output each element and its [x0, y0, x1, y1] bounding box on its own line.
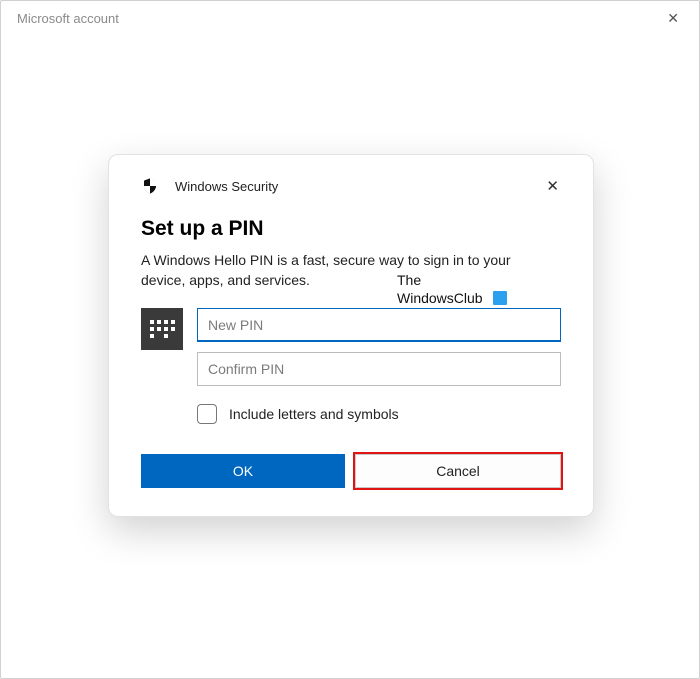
windows-security-dialog: Windows Security ✕ Set up a PIN A Window… [108, 154, 594, 517]
dialog-header: Windows Security ✕ [141, 175, 561, 197]
watermark-line2: WindowsClub [397, 290, 483, 308]
dialog-buttons: OK Cancel [141, 454, 561, 488]
include-letters-row: Include letters and symbols [197, 404, 561, 424]
windowsclub-logo-icon [493, 291, 507, 305]
keypad-icon [141, 308, 183, 350]
ok-button[interactable]: OK [141, 454, 345, 488]
outer-close-icon[interactable]: ✕ [661, 8, 685, 29]
outer-window-title: Microsoft account [17, 11, 119, 26]
microsoft-account-window: Microsoft account ✕ Windows Se [0, 0, 700, 679]
pin-form-area [141, 308, 561, 386]
cancel-button[interactable]: Cancel [355, 454, 561, 488]
dialog-description: A Windows Hello PIN is a fast, secure wa… [141, 251, 551, 290]
shield-icon [141, 177, 159, 195]
outer-title-bar: Microsoft account ✕ [1, 1, 699, 35]
include-letters-checkbox[interactable] [197, 404, 217, 424]
new-pin-input[interactable] [197, 308, 561, 342]
dialog-header-left: Windows Security [141, 177, 278, 195]
include-letters-label: Include letters and symbols [229, 406, 399, 422]
dialog-heading: Set up a PIN [141, 217, 561, 241]
dialog-close-icon[interactable]: ✕ [544, 175, 561, 197]
confirm-pin-input[interactable] [197, 352, 561, 386]
pin-inputs [197, 308, 561, 386]
dialog-app-name: Windows Security [175, 179, 278, 194]
